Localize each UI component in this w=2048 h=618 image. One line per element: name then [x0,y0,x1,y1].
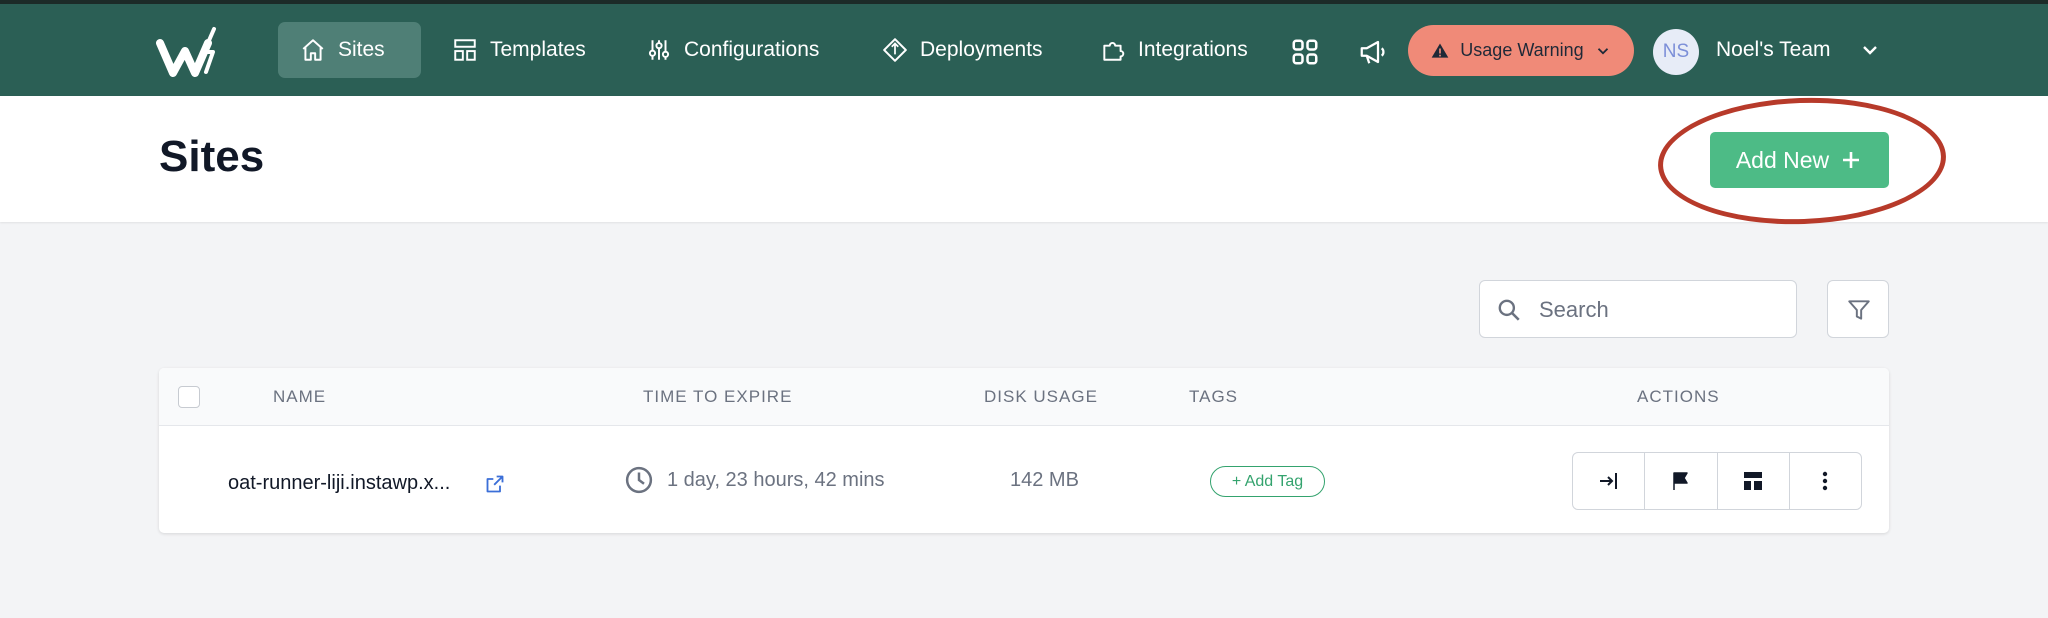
chevron-down-icon[interactable] [1858,38,1882,62]
login-button[interactable] [1573,453,1646,509]
disk-usage: 142 MB [1010,469,1079,491]
column-header-expire[interactable]: TIME TO EXPIRE [643,387,792,407]
nav-item-label: Sites [338,38,385,61]
top-navbar: Sites Templates Configurations Deploymen… [0,4,2048,96]
home-icon [302,39,324,61]
search-input[interactable]: Search [1479,280,1797,338]
select-all-checkbox[interactable] [178,386,200,408]
more-icon [1823,471,1828,491]
avatar[interactable]: NS [1653,29,1699,75]
search-icon [1498,299,1520,321]
sliders-icon [648,40,670,60]
nav-item-configurations[interactable]: Configurations [646,22,819,78]
flag-button[interactable] [1645,453,1718,509]
nav-item-label: Deployments [920,38,1043,61]
site-name-link[interactable]: oat-runner-liji.instawp.x... [228,472,450,495]
grid-icon[interactable] [1290,37,1320,67]
filter-button[interactable] [1827,280,1889,338]
clock-icon [625,466,653,494]
template-button[interactable] [1718,453,1790,509]
nav-item-integrations[interactable]: Integrations [1100,22,1248,78]
nav-item-label: Configurations [684,38,820,61]
nav-item-sites[interactable]: Sites [278,22,421,78]
puzzle-icon [1103,42,1125,61]
nav-item-deployments[interactable]: Deployments [882,22,1043,78]
nav-item-label: Integrations [1138,38,1248,61]
row-actions [1572,452,1862,510]
login-icon [1599,473,1617,489]
column-header-disk[interactable]: DISK USAGE [984,387,1098,407]
templates-icon [454,39,476,61]
add-tag-button[interactable]: + Add Tag [1210,466,1325,497]
more-options-button[interactable] [1790,453,1861,509]
layout-icon [1744,472,1763,490]
external-link-icon[interactable] [485,474,505,494]
megaphone-icon[interactable] [1358,37,1388,67]
column-header-actions: ACTIONS [1637,387,1720,406]
flag-icon [1673,472,1688,490]
time-to-expire: 1 day, 23 hours, 42 mins [667,469,885,491]
usage-warning-label: Usage Warning [1460,40,1584,60]
warning-icon [1431,43,1449,58]
nav-item-templates[interactable]: Templates [452,22,586,78]
column-header-name[interactable]: NAME [273,387,326,407]
team-name[interactable]: Noel's Team [1716,38,1831,62]
chevron-down-icon [1597,47,1608,55]
nav-item-label: Templates [490,38,586,61]
table-header: NAME TIME TO EXPIRE DISK USAGE TAGS ACTI… [159,368,1889,426]
search-placeholder: Search [1539,297,1609,322]
page-title: Sites [159,132,265,181]
sites-table: NAME TIME TO EXPIRE DISK USAGE TAGS ACTI… [159,368,1889,533]
logo-icon[interactable] [156,26,224,82]
filter-icon [1848,300,1870,320]
deploy-icon [883,38,907,62]
usage-warning-button[interactable]: Usage Warning [1408,25,1634,76]
column-header-tags: TAGS [1189,387,1239,406]
